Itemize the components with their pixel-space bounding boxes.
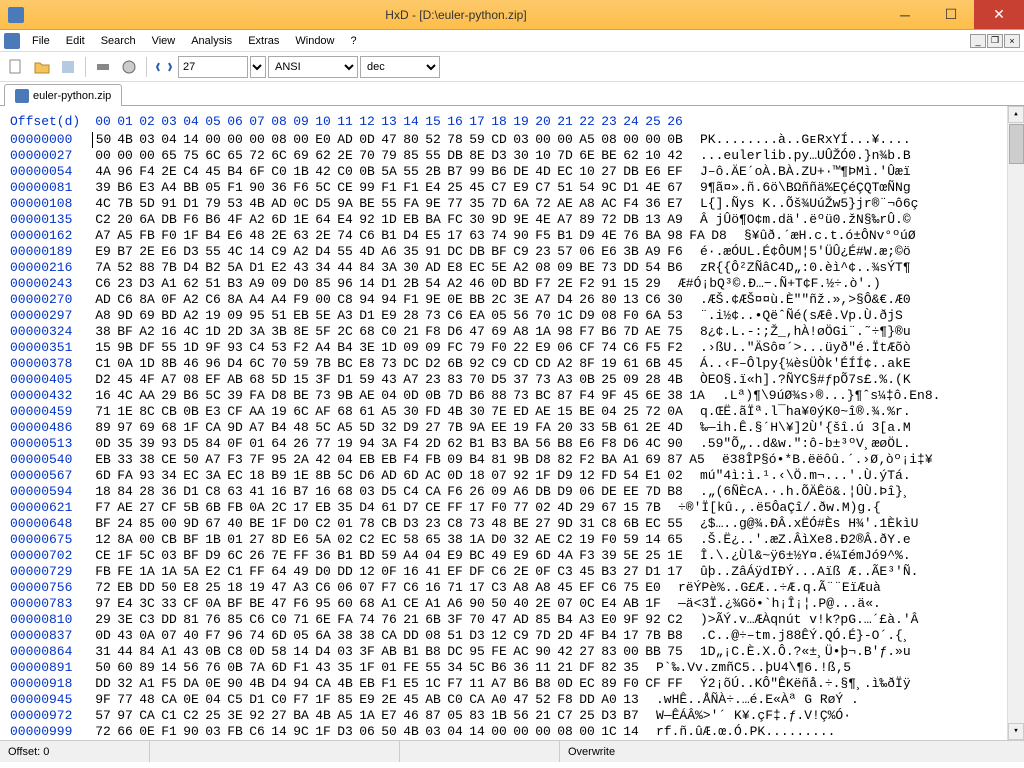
hex-row[interactable]: 00000405D2454FA708EFAB685D153FD15943A723…	[10, 372, 1014, 388]
menu-extras[interactable]: Extras	[240, 32, 287, 50]
hex-row[interactable]: 000005130D353993D5840F0164267719943AF42D…	[10, 436, 1014, 452]
mdi-close[interactable]: ×	[1004, 34, 1020, 48]
scroll-thumb[interactable]	[1009, 124, 1024, 164]
window-buttons: ─ ☐ ✕	[882, 0, 1024, 29]
scroll-up-button[interactable]: ▴	[1008, 106, 1024, 123]
hex-row[interactable]: 000005676DFA9334EC3AEC18B91E8B5CD6AD6DAC…	[10, 468, 1014, 484]
hex-row[interactable]: 00000918DD32A1F5DA0E904BD494CA4BEBF1E51C…	[10, 676, 1014, 692]
mdi-buttons: _ ❐ ×	[970, 34, 1020, 48]
hex-row[interactable]: 00000864314484A1430BC80D5814D4033FABB1B8…	[10, 644, 1014, 660]
hex-row[interactable]: 0000078397E43C33CF0ABFBE47F6956068A1CEA1…	[10, 596, 1014, 612]
hex-row[interactable]: 000002167A52887BD4B25AD1E2433444843A30AD…	[10, 260, 1014, 276]
tab-label: euler-python.zip	[33, 90, 111, 102]
status-offset: Offset: 0	[0, 741, 150, 762]
hex-row[interactable]: 000000544A96F42EC445B46FC01B42C00B5A552B…	[10, 164, 1014, 180]
base-select[interactable]: dec	[360, 56, 440, 78]
menu-search[interactable]: Search	[93, 32, 144, 50]
save-button[interactable]	[56, 55, 80, 79]
hex-row[interactable]: 00000270ADC68A0FA2C68AA4A4F900C89494F19E…	[10, 292, 1014, 308]
ram-button[interactable]	[91, 55, 115, 79]
hex-row[interactable]: 000009459F7748CA0E04C5D1C0F71F85E92E45AB…	[10, 692, 1014, 708]
disk-button[interactable]	[117, 55, 141, 79]
hex-row[interactable]: 00000135C2206ADBF6B64FA26D1E64E4921DEBBA…	[10, 212, 1014, 228]
hex-row[interactable]: 00000243C623D3A16251B3A909D0859614D12B54…	[10, 276, 1014, 292]
status-mode: Overwrite	[560, 741, 1024, 762]
hex-row[interactable]: 00000810293EC3DD817685C6C0716EFA7476216B…	[10, 612, 1014, 628]
new-button[interactable]	[4, 55, 28, 79]
menu-help[interactable]: ?	[343, 32, 365, 50]
hex-row[interactable]: 000008915060891456760B7A6DF143351F01FE55…	[10, 660, 1014, 676]
menu-edit[interactable]: Edit	[58, 32, 93, 50]
hex-view[interactable]: Offset(d)0001020304050607080910111213141…	[0, 106, 1024, 740]
doc-icon	[4, 33, 20, 49]
open-button[interactable]	[30, 55, 54, 79]
hex-row[interactable]: 00000540EB3338CE50A7F37F952A4204EBEBF4FB…	[10, 452, 1014, 468]
app-icon	[8, 7, 24, 23]
bytes-per-row-input[interactable]	[178, 56, 248, 78]
hex-row[interactable]: 0000032438BFA2164C1D2D3A3B8E5F2C68C021F8…	[10, 324, 1014, 340]
hex-row[interactable]: 0000099972660EF19003FBC6149C1FD306504B03…	[10, 724, 1014, 740]
hex-row[interactable]: 0000002700000065756C65726C69622E70798555…	[10, 148, 1014, 164]
close-button[interactable]: ✕	[974, 0, 1024, 29]
hex-row[interactable]: 0000008139B6E3A4BB05F19036F65CCE99F1F1E4…	[10, 180, 1014, 196]
hex-row[interactable]: 00000378C10A1D8B4696D46C70597BBCE873DCD2…	[10, 356, 1014, 372]
hex-row[interactable]: 000009725797CAC1C2253E9227BA4BA51AE74687…	[10, 708, 1014, 724]
menu-bar: File Edit Search View Analysis Extras Wi…	[0, 30, 1024, 52]
hex-row[interactable]: 000008370D430A0740F796746D056A3838CADD08…	[10, 628, 1014, 644]
hex-row[interactable]: 0000059418842836D1C8634116B7166803D5C4CA…	[10, 484, 1014, 500]
hex-row[interactable]: 00000459711E8CCB0BE3CFAA196CAF6861A530FD…	[10, 404, 1014, 420]
hex-row[interactable]: 00000702CE1F5C03BFD96C267EFF36B1BD59A404…	[10, 548, 1014, 564]
tab-bar: euler-python.zip	[0, 82, 1024, 106]
hex-row[interactable]: 00000351159BDF551D9F93C453F2A4B43E1D0909…	[10, 340, 1014, 356]
hex-header: Offset(d)0001020304050607080910111213141…	[10, 114, 1014, 130]
charset-select[interactable]: ANSI	[268, 56, 358, 78]
hex-row[interactable]: 00000621F7AE27CF5B6BFB0A2C17EB35D461D7CE…	[10, 500, 1014, 516]
menu-analysis[interactable]: Analysis	[183, 32, 240, 50]
maximize-button[interactable]: ☐	[928, 0, 974, 29]
tab-euler-python[interactable]: euler-python.zip	[4, 84, 122, 106]
hex-row[interactable]: 00000675128A00CBBF1B01278DE65A02C2EC5865…	[10, 532, 1014, 548]
status-empty2	[400, 741, 560, 762]
hex-row[interactable]: 0000075672EBDD50E825181947A3C60607F7C616…	[10, 580, 1014, 596]
menu-window[interactable]: Window	[287, 32, 342, 50]
hex-row[interactable]: 00000486899769681FCA9DA7B4485CA55D32D927…	[10, 420, 1014, 436]
toolbar: ANSI dec	[0, 52, 1024, 82]
mdi-restore[interactable]: ❐	[987, 34, 1003, 48]
hex-row[interactable]: 00000432164CAA29B65C39FAD8BE739BAE040D0B…	[10, 388, 1014, 404]
vertical-scrollbar[interactable]: ▴ ▾	[1007, 106, 1024, 740]
arrows-icon[interactable]	[152, 55, 176, 79]
file-icon	[15, 89, 29, 103]
status-bar: Offset: 0 Overwrite	[0, 740, 1024, 762]
hex-row[interactable]: 00000162A7A5FBF01FB4E6482E632E74C6B1D4E5…	[10, 228, 1014, 244]
menu-file[interactable]: File	[24, 32, 58, 50]
status-empty1	[150, 741, 400, 762]
hex-row[interactable]: 00000729FBFE1A1A5AE2C1FF6449D0DD120F1641…	[10, 564, 1014, 580]
hex-row[interactable]: 00000189E9B72EE6D3554C14C9A2D4554DA63591…	[10, 244, 1014, 260]
hex-row[interactable]: 00000297A89D69BDA219099551EB5EA3D1E92873…	[10, 308, 1014, 324]
hex-row[interactable]: 00000648BF2485009D6740BE1FD0C20178CBD323…	[10, 516, 1014, 532]
hex-row[interactable]: 00000000504B0304140000000800E0AD0D478052…	[10, 132, 1014, 148]
bpr-dropdown[interactable]	[250, 56, 266, 78]
mdi-minimize[interactable]: _	[970, 34, 986, 48]
scroll-down-button[interactable]: ▾	[1008, 723, 1024, 740]
title-bar: HxD - [D:\euler-python.zip] ─ ☐ ✕	[0, 0, 1024, 30]
hex-body[interactable]: 00000000504B0304140000000800E0AD0D478052…	[10, 132, 1014, 740]
window-title: HxD - [D:\euler-python.zip]	[30, 8, 882, 22]
minimize-button[interactable]: ─	[882, 0, 928, 29]
menu-view[interactable]: View	[144, 32, 184, 50]
hex-row[interactable]: 000001084C7B5D91D179534BAD0CD59ABE55FA9E…	[10, 196, 1014, 212]
